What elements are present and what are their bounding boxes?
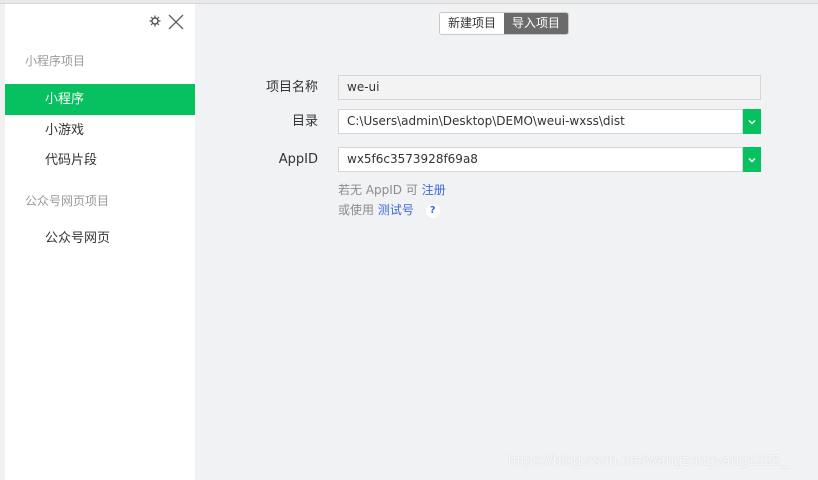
sidebar-item-minigame[interactable]: 小游戏 [5,115,195,146]
close-icon[interactable] [168,14,184,30]
directory-select[interactable]: C:\Users\admin\Desktop\DEMO\weui-wxss\di… [338,109,743,134]
question-icon[interactable]: ? [425,203,440,218]
watermark-text: https://blog.csdn.net/wangzongyang1025_ [508,452,790,469]
appid-dropdown-button[interactable] [743,147,761,172]
form-row-directory: 目录 C:\Users\admin\Desktop\DEMO\weui-wxss… [195,109,818,137]
hint-test-account: 或使用 测试号 ? [338,201,440,218]
hint-no-appid-text: 若无 AppID 可 [338,183,418,197]
sidebar-item-code-snippet[interactable]: 代码片段 [5,145,195,176]
form-row-project-name: 项目名称 we-ui [195,75,818,103]
register-link[interactable]: 注册 [422,183,446,197]
gear-icon[interactable] [148,15,162,29]
appid-label: AppID [278,152,318,167]
sidebar-item-official-account-web[interactable]: 公众号网页 [5,223,195,254]
hint-or-use-text: 或使用 [338,203,375,217]
sidebar: 小程序项目 小程序 小游戏 代码片段 公众号网页项目 公众号网页 [5,4,195,480]
form-row-appid: AppID wx5f6c3573928f69a8 [195,147,818,175]
project-name-input[interactable]: we-ui [338,75,761,100]
test-account-link[interactable]: 测试号 [378,203,414,217]
directory-dropdown-button[interactable] [743,109,761,134]
sidebar-toolbar [148,12,184,32]
project-mode-tabs: 新建项目 导入项目 [439,12,570,35]
directory-label: 目录 [291,114,318,129]
appid-select[interactable]: wx5f6c3573928f69a8 [338,147,743,172]
chevron-down-icon [748,157,756,163]
chevron-down-icon [748,119,756,125]
main-panel: 新建项目 导入项目 项目名称 we-ui 目录 C:\Users\admin\D… [195,4,818,480]
hint-register: 若无 AppID 可 注册 [338,181,446,198]
tab-import-project[interactable]: 导入项目 [504,13,569,34]
section-title-miniprogram: 小程序项目 [25,54,86,68]
section-title-official-account: 公众号网页项目 [25,194,110,208]
sidebar-item-miniprogram[interactable]: 小程序 [5,84,195,115]
project-name-label: 项目名称 [265,80,318,95]
tab-new-project[interactable]: 新建项目 [440,13,505,34]
